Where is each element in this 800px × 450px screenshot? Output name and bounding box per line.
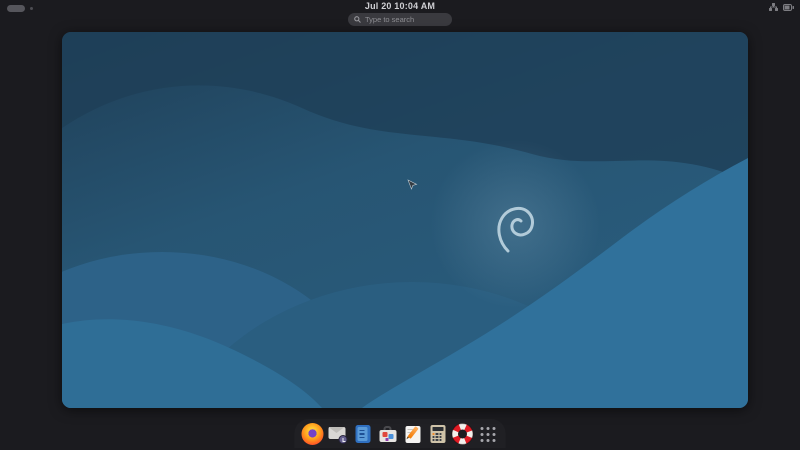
clock-badge-icon: [339, 435, 348, 444]
help-lifebuoy-icon: [452, 423, 474, 445]
mail-app-button[interactable]: [327, 423, 349, 445]
window-preview-desktop[interactable]: [62, 32, 748, 408]
toolbox-app-button[interactable]: [377, 423, 399, 445]
text-editor-app-button[interactable]: [402, 423, 424, 445]
app-grid-icon: [480, 427, 495, 442]
document-app-button[interactable]: [352, 423, 374, 445]
dash-dock: [295, 419, 506, 448]
search-icon: [354, 16, 361, 23]
firefox-icon: [302, 423, 324, 445]
search-input[interactable]: [365, 15, 446, 24]
debian-wallpaper: [62, 32, 748, 408]
help-app-button[interactable]: [452, 423, 474, 445]
firefox-app-button[interactable]: [302, 423, 324, 445]
search-bar[interactable]: [348, 13, 452, 26]
system-status-area[interactable]: [769, 3, 794, 11]
battery-icon: [783, 4, 794, 11]
show-apps-button[interactable]: [477, 423, 499, 445]
clock-menu-button[interactable]: Jul 20 10:04 AM: [0, 1, 800, 11]
calculator-app-button[interactable]: [427, 423, 449, 445]
network-icon: [769, 3, 778, 11]
